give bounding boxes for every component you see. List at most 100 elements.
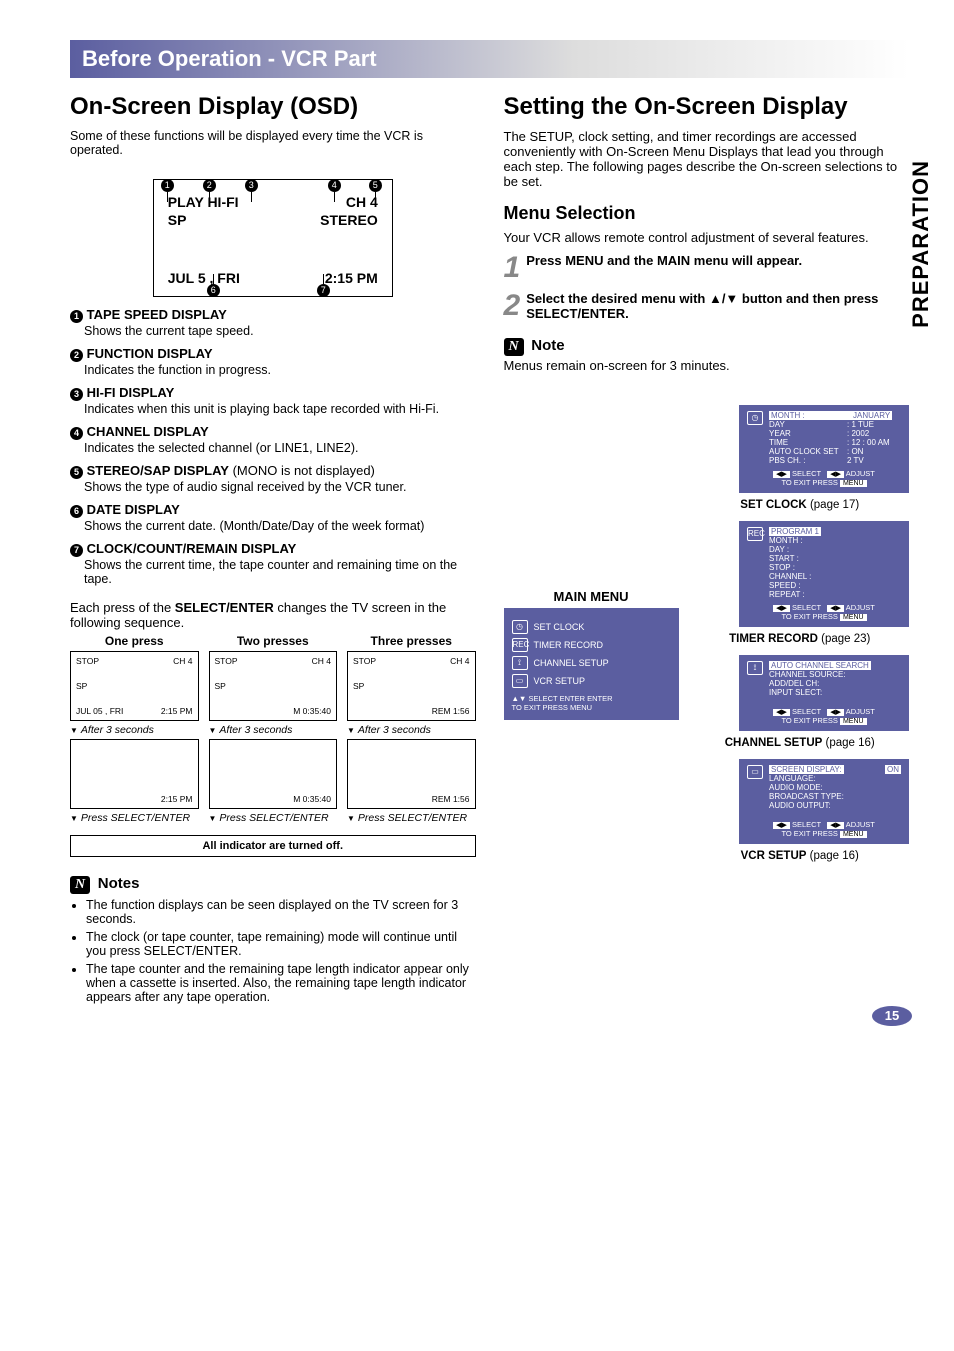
setting-title: Setting the On-Screen Display [504,93,910,121]
page-number: 15 [870,1004,914,1028]
marker-4: 4 [328,179,341,192]
osd-item-4: 4 CHANNEL DISPLAY Indicates the selected… [70,424,476,455]
seq-box-3b: REM 1:56 [347,739,476,809]
section-banner: Before Operation - VCR Part [70,40,909,78]
step-text: Press MENU and the MAIN menu will appear… [526,253,909,268]
osd-item-5: 5 STEREO/SAP DISPLAY (MONO is not displa… [70,463,476,494]
seq-caption: After 3 seconds [347,724,476,736]
note-item: The function displays can be seen displa… [86,898,476,926]
item-title: CLOCK/COUNT/REMAIN DISPLAY [87,541,297,556]
seq-press: Press SELECT/ENTER [347,812,476,824]
seq-caption: After 3 seconds [209,724,338,736]
clock-icon: ◷ [512,620,528,634]
vcr-setup-panel: ▭ SCREEN DISPLAY:ON LANGUAGE: AUDIO MODE… [739,759,909,844]
main-menu-block: MAIN MENU ◷SET CLOCK RECTIMER RECORD ⟟CH… [504,589,679,720]
item-extra: (MONO is not displayed) [229,463,375,478]
note-item: The clock (or tape counter, tape remaini… [86,930,476,958]
channel-setup-caption: CHANNEL SETUP (page 16) [691,737,910,749]
osd-sp: SP [168,212,187,228]
marker-5: 5 [369,179,382,192]
main-menu-item: RECTIMER RECORD [512,638,671,652]
osd-stereo: STEREO [320,212,378,228]
main-menu-item: ◷SET CLOCK [512,620,671,634]
item-num: 6 [70,505,83,518]
seq-box-2a: STOPCH 4 SP M 0:35:40 [209,651,338,721]
antenna-icon: ⟟ [512,656,528,670]
marker-6: 6 [207,284,220,297]
note-icon: N [70,876,90,894]
marker-7: 7 [317,284,330,297]
item-num: 3 [70,388,83,401]
item-body: Shows the current date. (Month/Date/Day … [84,519,476,533]
osd-item-3: 3 HI-FI DISPLAY Indicates when this unit… [70,385,476,416]
seq-box-1a: STOPCH 4 SP JUL 05 , FRI2:15 PM [70,651,199,721]
osd-date: JUL 5 , FRI [168,270,240,286]
osd-sample: 1 2 3 4 5 PLAY HI-FI CH 4 SP ST [143,179,403,297]
rec-icon: REC [512,638,528,652]
osd-intro: Some of these functions will be displaye… [70,129,476,157]
notes-section: N Notes The function displays can be see… [70,875,476,1004]
marker-2: 2 [203,179,216,192]
item-title: HI-FI DISPLAY [87,385,175,400]
step-2: 2 Select the desired menu with ▲/▼ butto… [504,291,910,321]
main-menu-item: ⟟CHANNEL SETUP [512,656,671,670]
item-num: 7 [70,544,83,557]
seq-col-2: Two presses STOPCH 4 SP M 0:35:40 After … [209,630,338,827]
timer-record-panel: REC PROGRAM 1 MONTH : DAY : START : STOP… [739,521,909,627]
item-title: STEREO/SAP DISPLAY [87,463,229,478]
left-column: On-Screen Display (OSD) Some of these fu… [70,93,476,1008]
item-body: Shows the current time, the tape counter… [84,558,476,586]
antenna-icon: ⟟ [747,661,763,675]
marker-3: 3 [245,179,258,192]
svg-text:15: 15 [885,1008,899,1023]
osd-item-1: 1 TAPE SPEED DISPLAY Shows the current t… [70,307,476,338]
seq-press: Press SELECT/ENTER [70,812,199,824]
marker-1: 1 [161,179,174,192]
right-column: Setting the On-Screen Display The SETUP,… [504,93,910,1008]
seq-header: Two presses [209,634,338,648]
item-title: FUNCTION DISPLAY [87,346,213,361]
osd-play-hifi: PLAY HI-FI [168,194,239,210]
clock-icon: ◷ [747,411,763,425]
step-1: 1 Press MENU and the MAIN menu will appe… [504,253,910,283]
set-clock-panel: ◷ MONTH :JANUARY DAY: 1 TUE YEAR: 2002 T… [739,405,909,493]
seq-box-1b: 2:15 PM [70,739,199,809]
timer-record-caption: TIMER RECORD (page 23) [691,633,910,645]
submenu-column: ◷ MONTH :JANUARY DAY: 1 TUE YEAR: 2002 T… [691,399,910,872]
seq-press: Press SELECT/ENTER [209,812,338,824]
item-body: Shows the current tape speed. [84,324,476,338]
vcr-setup-caption: VCR SETUP (page 16) [691,850,910,862]
osd-item-7: 7 CLOCK/COUNT/REMAIN DISPLAY Shows the c… [70,541,476,586]
seq-box-2b: M 0:35:40 [209,739,338,809]
item-body: Shows the type of audio signal received … [84,480,476,494]
step-text: Select the desired menu with ▲/▼ button … [526,291,909,321]
item-num: 4 [70,427,83,440]
osd-item-6: 6 DATE DISPLAY Shows the current date. (… [70,502,476,533]
cassette-icon: ▭ [512,674,528,688]
osd-item-2: 2 FUNCTION DISPLAY Indicates the functio… [70,346,476,377]
item-title: CHANNEL DISPLAY [87,424,209,439]
seq-intro: Each press of the SELECT/ENTER changes t… [70,600,476,630]
osd-channel: CH 4 [346,194,378,210]
menu-selection-title: Menu Selection [504,203,910,224]
set-clock-caption: SET CLOCK (page 17) [691,499,910,511]
seq-caption: After 3 seconds [70,724,199,736]
note-item: The tape counter and the remaining tape … [86,962,476,1004]
main-menu-foot: ▲▼ SELECT ENTER ENTER TO EXIT PRESS MENU [512,694,671,712]
main-menu-item: ▭VCR SETUP [512,674,671,688]
item-body: Indicates the function in progress. [84,363,476,377]
setting-intro: The SETUP, clock setting, and timer reco… [504,129,910,189]
menu-selection-intro: Your VCR allows remote control adjustmen… [504,230,910,245]
item-body: Indicates the selected channel (or LINE1… [84,441,476,455]
seq-header: One press [70,634,199,648]
side-tab: PREPARATION [908,160,934,328]
seq-header: Three presses [347,634,476,648]
note-body: Menus remain on-screen for 3 minutes. [504,358,910,373]
item-num: 2 [70,349,83,362]
note-icon: N [504,338,524,356]
item-body: Indicates when this unit is playing back… [84,402,476,416]
notes-title: Notes [98,875,140,892]
note-title: Note [531,337,564,354]
main-menu-panel: ◷SET CLOCK RECTIMER RECORD ⟟CHANNEL SETU… [504,608,679,720]
seq-box-3a: STOPCH 4 SP REM 1:56 [347,651,476,721]
